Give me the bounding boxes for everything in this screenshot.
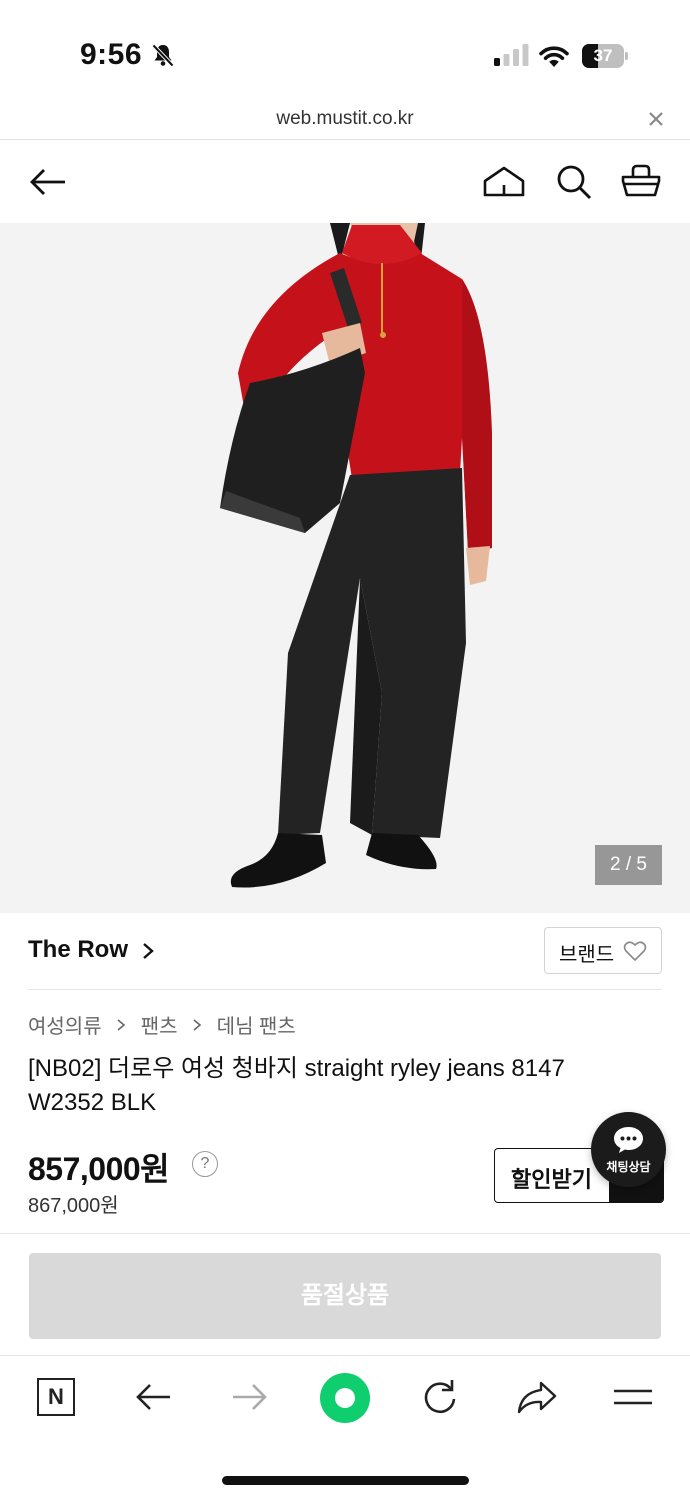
battery-indicator: 37 <box>582 44 628 68</box>
battery-tip <box>625 52 628 60</box>
cart-basket-icon[interactable] <box>620 161 662 203</box>
browser-url-bar: web.mustit.co.kr <box>0 100 690 140</box>
menu-icon[interactable] <box>611 1375 655 1419</box>
chat-label: 채팅상담 <box>606 1160 651 1174</box>
app-header <box>0 141 690 223</box>
share-icon[interactable] <box>515 1375 559 1419</box>
naver-n-icon[interactable]: N <box>37 1378 75 1416</box>
category-level2[interactable]: 팬츠 <box>141 1016 178 1038</box>
product-image[interactable]: 2 / 5 <box>0 223 690 913</box>
browser-toolbar: N <box>0 1357 690 1500</box>
purchase-bar: 품절상품 <box>0 1233 690 1356</box>
category-level1[interactable]: 여성의류 <box>28 1016 102 1038</box>
wifi-icon <box>539 46 569 67</box>
heart-icon <box>623 941 647 961</box>
price-help-icon[interactable]: ? <box>192 1151 218 1177</box>
battery-body: 37 <box>582 44 624 68</box>
search-icon[interactable] <box>553 161 595 203</box>
battery-percent: 37 <box>593 46 613 65</box>
chevron-right-icon <box>193 1018 202 1031</box>
bell-muted-icon <box>152 44 174 67</box>
category-level3[interactable]: 데님 팬츠 <box>217 1016 296 1038</box>
brand-like-button[interactable]: 브랜드 <box>544 927 662 974</box>
product-photo <box>0 223 690 913</box>
nav-back-icon[interactable] <box>132 1375 176 1419</box>
image-counter: 2 / 5 <box>595 845 662 885</box>
chevron-right-icon[interactable] <box>140 941 156 961</box>
category-breadcrumb: 여성의류 팬츠 데님 팬츠 <box>28 1010 296 1038</box>
url-text[interactable]: web.mustit.co.kr <box>0 108 690 130</box>
brand-button-label: 브랜드 <box>559 944 615 966</box>
nav-forward-icon[interactable] <box>227 1375 271 1419</box>
home-icon[interactable] <box>483 161 525 203</box>
chevron-right-icon <box>117 1018 126 1031</box>
close-icon[interactable] <box>645 108 667 130</box>
brand-link[interactable]: The Row <box>28 936 128 964</box>
cellular-signal-icon <box>494 44 529 66</box>
refresh-icon[interactable] <box>418 1375 462 1419</box>
sale-price: 857,000원 <box>28 1151 170 1187</box>
brand-row: The Row 브랜드 <box>0 913 690 990</box>
status-time: 9:56 <box>80 38 143 71</box>
green-home-dot <box>335 1388 355 1408</box>
divider <box>28 989 662 990</box>
product-title: [NB02] 더로우 여성 청바지 straight ryley jeans 8… <box>28 1055 565 1116</box>
original-price: 867,000원 <box>28 1195 119 1217</box>
discount-label: 할인받기 <box>511 1167 592 1192</box>
green-home-button[interactable] <box>320 1373 370 1423</box>
soldout-button[interactable]: 품절상품 <box>29 1253 661 1339</box>
back-arrow-icon[interactable] <box>27 161 69 203</box>
chat-consult-button[interactable]: 채팅상담 <box>591 1112 666 1187</box>
chat-bubble-icon <box>614 1127 643 1153</box>
status-bar: 9:56 37 <box>0 0 690 100</box>
home-indicator <box>222 1476 469 1485</box>
